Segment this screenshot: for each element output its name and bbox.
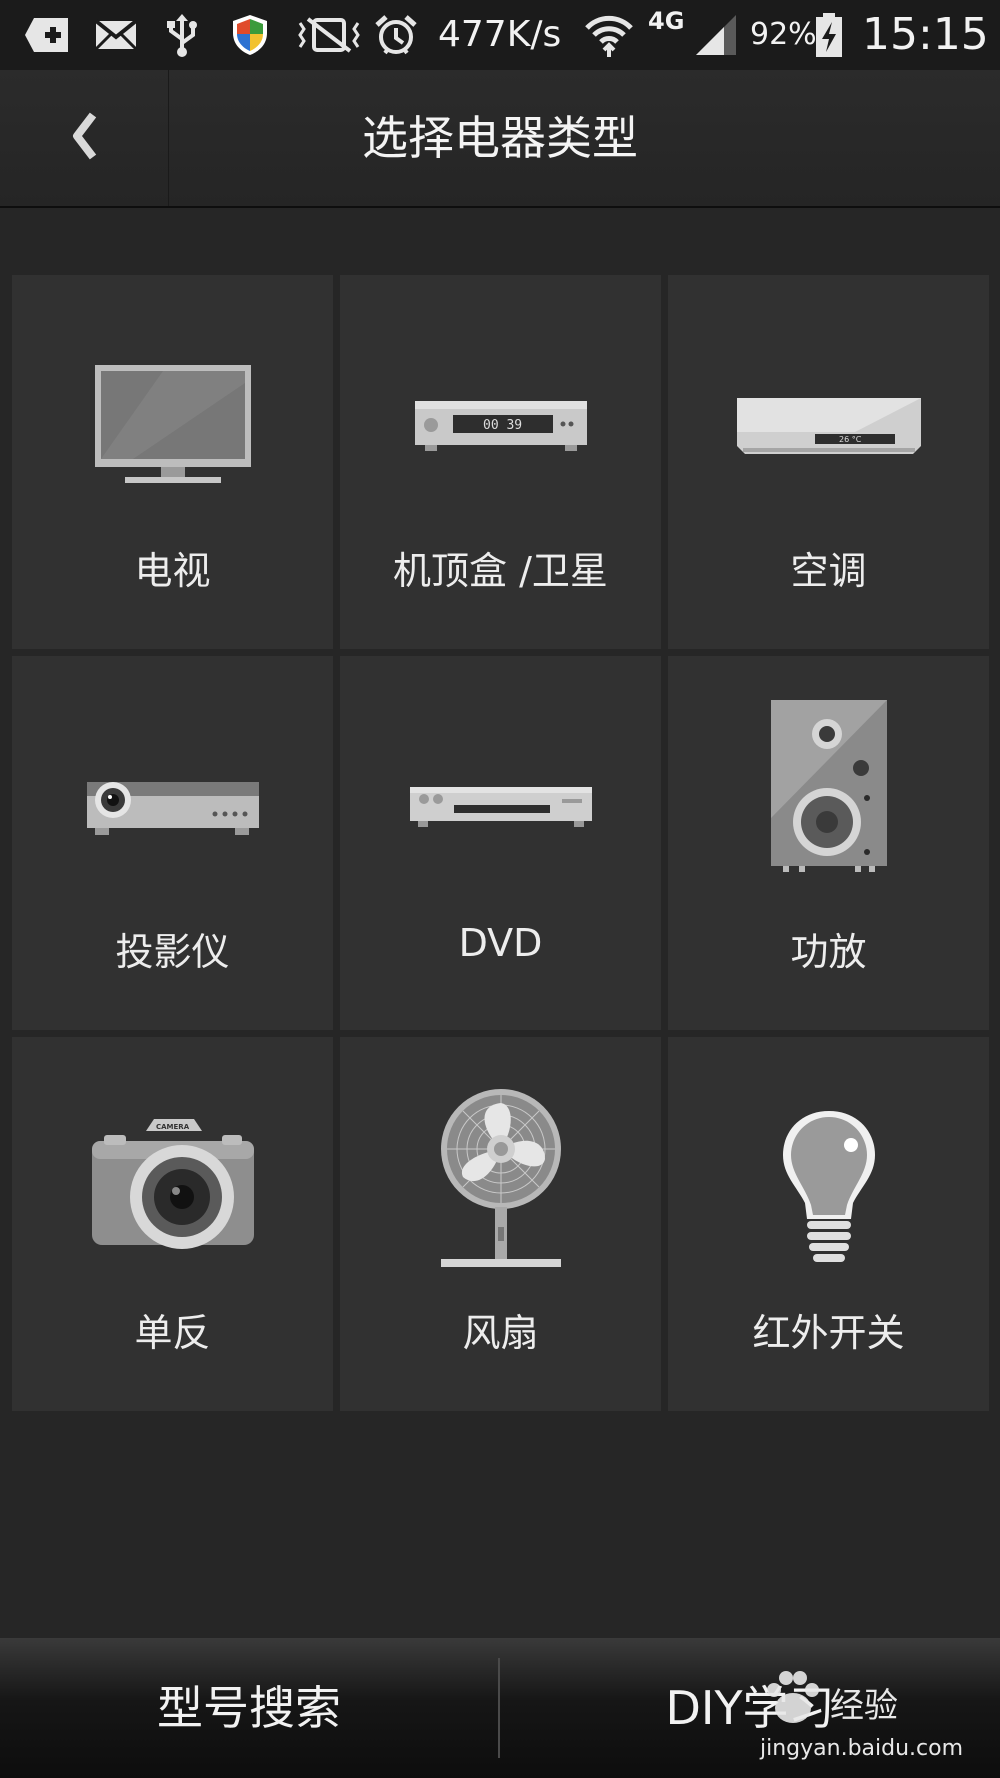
set-top-box-icon: 00 39 <box>340 325 661 525</box>
mail-icon <box>92 12 140 58</box>
device-tile-fan[interactable]: 风扇 <box>340 1037 661 1411</box>
device-tile-set-top-box[interactable]: 00 39 机顶盒 /卫星 <box>340 275 661 649</box>
wifi-icon <box>582 12 636 58</box>
device-tile-air-conditioner[interactable]: 26 °C 空调 <box>668 275 989 649</box>
title-bar: 选择电器类型 <box>0 70 1000 208</box>
device-label: 投影仪 <box>115 930 230 974</box>
ac-display-text: 26 °C <box>839 435 862 444</box>
device-label: 红外开关 <box>752 1311 905 1355</box>
device-label: 单反 <box>134 1311 211 1355</box>
network-type: 4G <box>648 7 685 35</box>
device-tile-tv[interactable]: 电视 <box>12 275 333 649</box>
model-search-button[interactable]: 型号搜索 <box>0 1638 498 1778</box>
speaker-icon <box>668 686 989 886</box>
page-title: 选择电器类型 <box>362 111 638 165</box>
device-tile-ir-switch[interactable]: 红外开关 <box>668 1037 989 1411</box>
device-tile-camera[interactable]: CAMERA 单反 <box>12 1037 333 1411</box>
device-tile-dvd[interactable]: DVD <box>340 656 661 1030</box>
device-label: 机顶盒 /卫星 <box>393 549 608 593</box>
add-icon <box>22 12 72 58</box>
projector-icon <box>12 706 333 906</box>
vibrate-off-icon <box>294 12 364 58</box>
dvd-player-icon <box>340 706 661 906</box>
usb-icon <box>160 12 204 58</box>
air-conditioner-icon: 26 °C <box>668 325 989 525</box>
tv-icon <box>12 325 333 525</box>
device-label: 风扇 <box>462 1311 539 1355</box>
signal-icon <box>692 12 740 58</box>
device-label: DVD <box>458 921 543 965</box>
device-label: 功放 <box>790 930 867 974</box>
baidu-jingyan-watermark: 经验 jingyan.baidu.com <box>760 1670 980 1770</box>
stb-display-text: 00 39 <box>483 418 522 433</box>
device-grid: 电视 00 39 机顶盒 /卫星 26 °C 空调 投影仪 DVD 功放 CAM… <box>12 275 989 1411</box>
paw-logo-icon <box>760 1670 826 1730</box>
status-bar: 477K/s 4G 92% 15:15 <box>0 0 1000 70</box>
device-tile-projector[interactable]: 投影仪 <box>12 656 333 1030</box>
watermark-url: jingyan.baidu.com <box>760 1736 964 1761</box>
shield-icon <box>228 12 272 58</box>
watermark-brand: 经验 <box>830 1686 898 1726</box>
device-tile-speaker[interactable]: 功放 <box>668 656 989 1030</box>
device-label: 空调 <box>790 549 867 593</box>
battery-percent: 92% <box>750 17 817 52</box>
device-label: 电视 <box>134 549 211 593</box>
battery-charging-icon <box>812 12 846 58</box>
fan-icon <box>340 1079 661 1279</box>
network-speed: 477K/s <box>438 14 562 55</box>
alarm-icon <box>372 12 420 58</box>
clock: 15:15 <box>862 9 989 60</box>
back-button[interactable] <box>0 70 169 206</box>
camera-icon: CAMERA <box>12 1087 333 1287</box>
light-bulb-icon <box>668 1089 989 1289</box>
camera-brand-text: CAMERA <box>156 1123 190 1131</box>
chevron-left-icon <box>69 111 99 165</box>
